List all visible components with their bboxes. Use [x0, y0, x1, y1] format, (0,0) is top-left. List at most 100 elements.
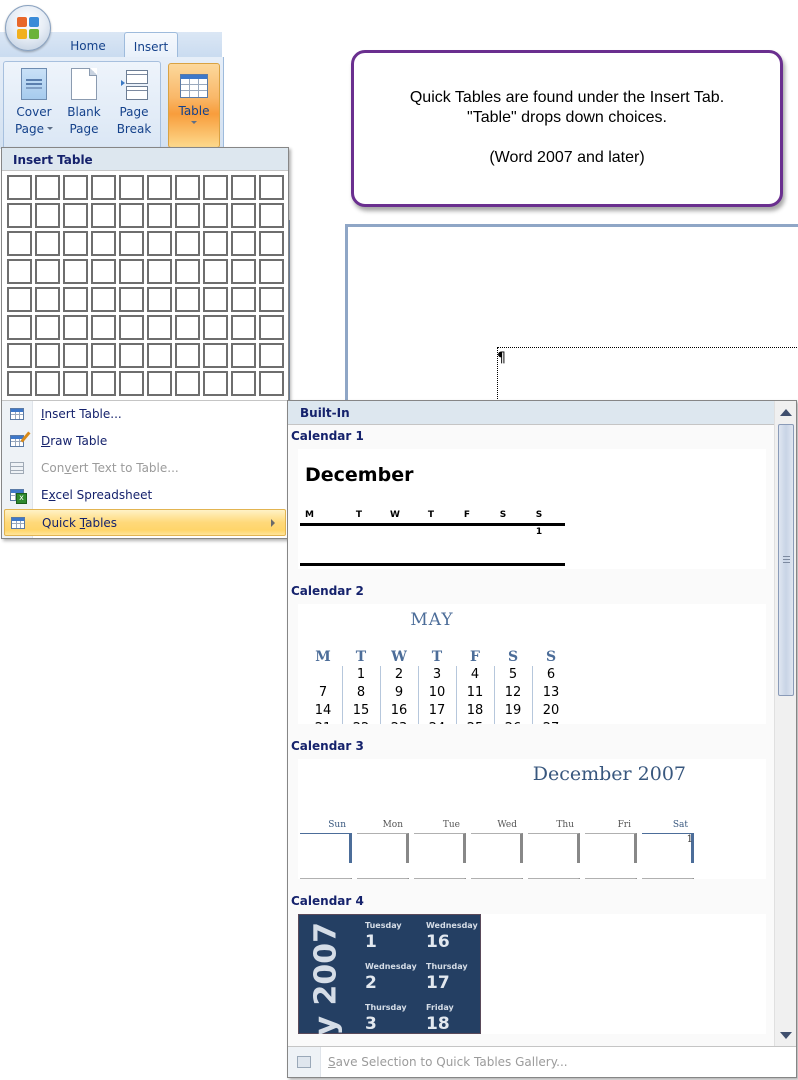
scroll-up-icon[interactable] — [780, 409, 792, 416]
table-grid-cell[interactable] — [175, 259, 200, 284]
table-grid-cell[interactable] — [147, 287, 172, 312]
table-grid-cell[interactable] — [119, 371, 144, 396]
scrollbar-thumb[interactable] — [778, 424, 794, 696]
table-grid-cell[interactable] — [35, 231, 60, 256]
table-grid-cell[interactable] — [259, 315, 284, 340]
table-grid-cell[interactable] — [63, 343, 88, 368]
table-grid-cell[interactable] — [203, 231, 228, 256]
office-button[interactable] — [5, 5, 51, 51]
calendar-4-preview[interactable]: y 2007 Tuesday 1 Wednesday 2 Thursday 3 Wedne… — [298, 914, 766, 1034]
table-grid-cell[interactable] — [147, 371, 172, 396]
table-grid-cell[interactable] — [119, 203, 144, 228]
table-grid-cell[interactable] — [147, 315, 172, 340]
table-grid-cell[interactable] — [7, 231, 32, 256]
table-grid-cell[interactable] — [147, 343, 172, 368]
table-grid-cell[interactable] — [91, 175, 116, 200]
table-grid-cell[interactable] — [35, 287, 60, 312]
table-grid-cell[interactable] — [147, 231, 172, 256]
table-grid-cell[interactable] — [63, 259, 88, 284]
table-grid-cell[interactable] — [91, 315, 116, 340]
menu-item-draw-table[interactable]: Draw Table — [2, 428, 288, 455]
table-grid-cell[interactable] — [7, 259, 32, 284]
table-grid-cell[interactable] — [119, 231, 144, 256]
table-grid-cell[interactable] — [203, 259, 228, 284]
table-grid-cell[interactable] — [91, 259, 116, 284]
table-grid-cell[interactable] — [259, 259, 284, 284]
table-grid-cell[interactable] — [147, 259, 172, 284]
table-grid-cell[interactable] — [175, 203, 200, 228]
table-grid-cell[interactable] — [203, 371, 228, 396]
table-grid-cell[interactable] — [203, 315, 228, 340]
calendar-2-preview[interactable]: MAY M T W T F S S 1 2 3 4 5 6 7 8 9 10 11 12 13 14 15 16 17 18 19… — [298, 604, 766, 724]
table-grid-cell[interactable] — [175, 315, 200, 340]
table-grid-cell[interactable] — [63, 287, 88, 312]
table-grid-cell[interactable] — [35, 175, 60, 200]
table-grid-cell[interactable] — [35, 371, 60, 396]
insert-table-grid[interactable] — [7, 175, 284, 396]
table-grid-cell[interactable] — [63, 231, 88, 256]
table-grid-cell[interactable] — [7, 343, 32, 368]
table-grid-cell[interactable] — [175, 371, 200, 396]
table-grid-cell[interactable] — [259, 343, 284, 368]
save-selection-to-gallery-button[interactable]: Save Selection to Quick Tables Gallery..… — [288, 1047, 796, 1077]
calendar-1-preview[interactable]: December M T W T F S S 1 — [298, 449, 766, 569]
gallery-scrollbar[interactable] — [774, 401, 796, 1047]
table-grid-cell[interactable] — [259, 371, 284, 396]
table-grid-cell[interactable] — [175, 231, 200, 256]
table-grid-cell[interactable] — [7, 203, 32, 228]
table-grid-cell[interactable] — [203, 287, 228, 312]
tab-home[interactable]: Home — [62, 32, 114, 58]
table-grid-cell[interactable] — [35, 343, 60, 368]
table-grid-cell[interactable] — [231, 203, 256, 228]
tab-insert[interactable]: Insert — [124, 32, 178, 58]
table-grid-cell[interactable] — [91, 287, 116, 312]
table-grid-cell[interactable] — [35, 203, 60, 228]
menu-item-quick-tables[interactable]: Quick Tables — [4, 509, 286, 536]
table-grid-cell[interactable] — [91, 231, 116, 256]
menu-item-convert-text-to-table[interactable]: Convert Text to Table... — [2, 455, 288, 482]
table-grid-cell[interactable] — [259, 231, 284, 256]
table-grid-cell[interactable] — [7, 287, 32, 312]
table-grid-cell[interactable] — [231, 259, 256, 284]
cover-page-button[interactable]: Cover Page — [10, 68, 58, 138]
table-grid-cell[interactable] — [147, 175, 172, 200]
table-grid-cell[interactable] — [231, 231, 256, 256]
table-grid-cell[interactable] — [231, 371, 256, 396]
table-grid-cell[interactable] — [203, 175, 228, 200]
table-grid-cell[interactable] — [7, 315, 32, 340]
menu-item-excel-spreadsheet[interactable]: Excel Spreadsheet — [2, 482, 288, 509]
table-grid-cell[interactable] — [203, 343, 228, 368]
table-grid-cell[interactable] — [119, 175, 144, 200]
table-grid-cell[interactable] — [259, 175, 284, 200]
table-grid-cell[interactable] — [119, 259, 144, 284]
blank-page-button[interactable]: Blank Page — [60, 68, 108, 138]
table-grid-cell[interactable] — [175, 287, 200, 312]
table-grid-cell[interactable] — [231, 343, 256, 368]
table-grid-cell[interactable] — [231, 287, 256, 312]
menu-item-insert-table[interactable]: Insert Table... — [2, 401, 288, 428]
table-grid-cell[interactable] — [147, 203, 172, 228]
table-grid-cell[interactable] — [63, 371, 88, 396]
table-grid-cell[interactable] — [119, 343, 144, 368]
table-grid-cell[interactable] — [63, 203, 88, 228]
table-grid-cell[interactable] — [7, 175, 32, 200]
table-grid-cell[interactable] — [63, 315, 88, 340]
table-grid-cell[interactable] — [35, 315, 60, 340]
table-grid-cell[interactable] — [63, 175, 88, 200]
table-grid-cell[interactable] — [231, 175, 256, 200]
table-grid-cell[interactable] — [175, 343, 200, 368]
table-grid-cell[interactable] — [203, 203, 228, 228]
table-button[interactable]: Table — [168, 63, 220, 148]
table-grid-cell[interactable] — [231, 315, 256, 340]
page-break-button[interactable]: Page Break — [110, 68, 158, 138]
scroll-down-icon[interactable] — [780, 1032, 792, 1039]
table-grid-cell[interactable] — [175, 175, 200, 200]
table-grid-cell[interactable] — [91, 343, 116, 368]
table-grid-cell[interactable] — [119, 315, 144, 340]
table-grid-cell[interactable] — [119, 287, 144, 312]
table-grid-cell[interactable] — [259, 203, 284, 228]
table-grid-cell[interactable] — [7, 371, 32, 396]
table-grid-cell[interactable] — [91, 203, 116, 228]
table-grid-cell[interactable] — [35, 259, 60, 284]
table-grid-cell[interactable] — [91, 371, 116, 396]
